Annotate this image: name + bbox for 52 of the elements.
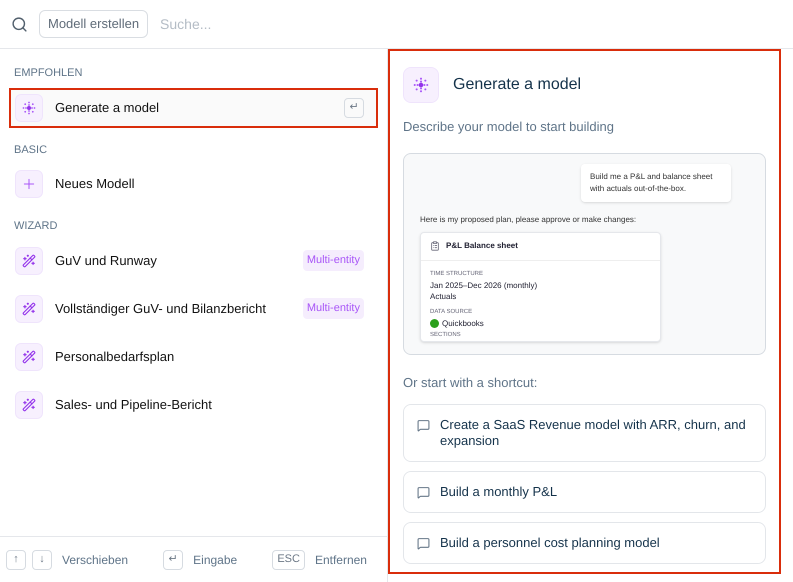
search-field[interactable]: Suche...	[160, 14, 781, 34]
item-label: Vollständiger GuV- und Bilanzbericht	[55, 300, 268, 318]
section-heading: EMPFOHLEN	[13, 66, 84, 81]
chat-bubble: Build me a P&L and balance sheet with actuals out-of-the-box.	[581, 164, 731, 202]
sparkle-icon	[413, 77, 429, 93]
data-source: Quickbooks	[442, 318, 484, 328]
source-logo-icon	[430, 318, 439, 328]
magic-wand-icon	[22, 254, 36, 268]
shortcut-button[interactable]: Create a SaaS Revenue model with ARR, churn, and expansion	[403, 404, 766, 462]
menu-item[interactable]: Sales- und Pipeline-Bericht	[9, 384, 378, 424]
detail-subtitle: Describe your model to start building	[403, 118, 615, 136]
menu-item[interactable]: Neues Modell	[9, 164, 378, 204]
footer-hint-label: Verschieben	[62, 552, 128, 568]
plus-icon	[21, 176, 37, 192]
assistant-reply: Here is my proposed plan, please approve or make changes:	[420, 214, 638, 226]
chat-icon	[417, 486, 430, 499]
chat-icon	[417, 537, 430, 550]
section-heading: WIZARD	[13, 219, 58, 234]
item-label: GuV und Runway	[55, 252, 158, 270]
shortcut-button[interactable]: Build a monthly P&L	[403, 471, 766, 513]
item-label: Generate a model	[55, 98, 160, 117]
sparkle-icon	[22, 100, 36, 114]
detail-title: Generate a model	[453, 75, 582, 95]
menu-item[interactable]: Generate a model ↵	[9, 88, 378, 128]
key-hint: ↵	[163, 550, 184, 570]
item-label: Sales- und Pipeline-Bericht	[55, 396, 213, 414]
key-hint: ↑	[6, 550, 26, 570]
menu-item[interactable]: GuV und Runway Multi-entity	[9, 240, 378, 280]
footer-hint-label: Eingabe	[193, 552, 238, 568]
shortcut-heading: Or start with a shortcut:	[403, 374, 538, 392]
clipboard-icon	[430, 241, 440, 251]
time-type: Actuals	[430, 290, 458, 302]
footer-hint-label: Entfernen	[314, 552, 367, 568]
item-label: Neues Modell	[55, 175, 136, 194]
item-label: Personalbedarfsplan	[55, 348, 176, 366]
key-hint: ESC	[272, 550, 305, 570]
menu-item[interactable]: Vollständiger GuV- und Bilanzbericht Multi-entity	[9, 288, 378, 328]
menu-item[interactable]: Personalbedarfsplan	[9, 336, 378, 376]
plan-title: P&L Balance sheet	[446, 240, 518, 252]
search-icon	[11, 16, 28, 32]
chat-icon	[417, 419, 430, 432]
multi-entity-badge: Multi-entity	[302, 298, 364, 319]
magic-wand-icon	[22, 398, 36, 412]
key-hint: ↓	[32, 550, 52, 570]
shortcut-button[interactable]: Build a personnel cost planning model	[403, 522, 766, 564]
multi-entity-badge: Multi-entity	[302, 250, 364, 271]
filter-chip[interactable]: Modell erstellen	[39, 10, 148, 38]
time-range: Jan 2025–Dec 2026 (monthly)	[430, 280, 538, 290]
section-heading: BASIC	[13, 142, 48, 158]
magic-wand-icon	[22, 302, 36, 316]
key-hint: ↵	[344, 98, 364, 118]
magic-wand-icon	[22, 350, 36, 364]
